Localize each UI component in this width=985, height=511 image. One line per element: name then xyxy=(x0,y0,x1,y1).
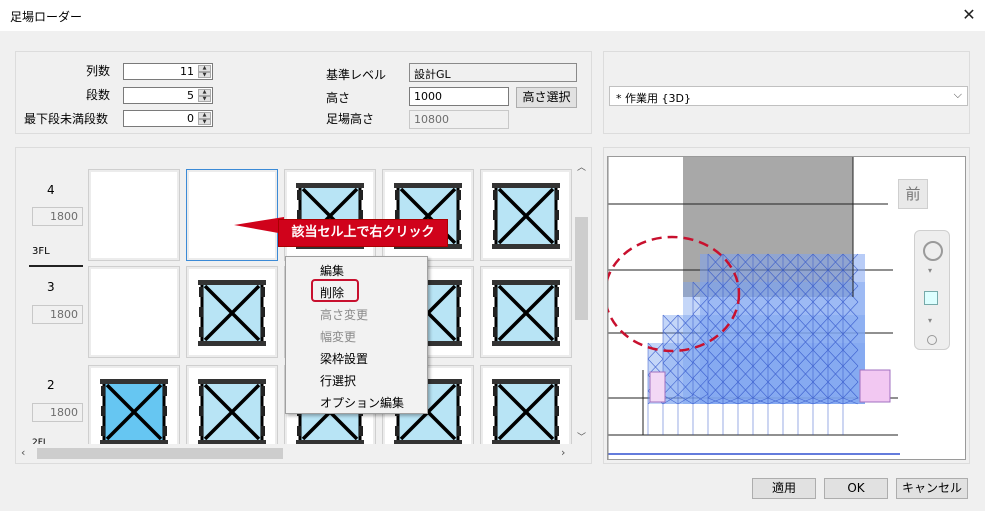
stages-value: 5 xyxy=(187,89,194,102)
delete-highlight xyxy=(311,279,359,302)
bottom-stages-spinner[interactable]: 0 ▲ ▼ xyxy=(123,110,213,127)
navigation-bar: ▾ ▾ xyxy=(914,230,950,350)
grid-cell[interactable] xyxy=(88,169,180,261)
zoom-icon[interactable] xyxy=(924,291,938,305)
view-combo[interactable]: * 作業用 {3D} ⌵ xyxy=(609,86,968,106)
menu-item-change-width[interactable]: 幅変更 xyxy=(320,328,356,345)
spin-arrows[interactable]: ▲ ▼ xyxy=(198,89,211,102)
grid-cell[interactable] xyxy=(480,169,572,261)
grid-cell[interactable] xyxy=(284,169,376,261)
grid-cell[interactable] xyxy=(480,266,572,358)
callout-label: 該当セル上で右クリック xyxy=(278,219,448,247)
floor-line xyxy=(29,265,83,267)
cancel-button[interactable]: キャンセル xyxy=(896,478,968,499)
stages-spinner[interactable]: 5 ▲ ▼ xyxy=(123,87,213,104)
scroll-thumb[interactable] xyxy=(575,217,588,320)
bottom-stages-value: 0 xyxy=(187,112,194,125)
chevron-down-icon[interactable]: ▾ xyxy=(928,316,932,325)
grid-cell[interactable] xyxy=(88,266,180,358)
apply-button[interactable]: 適用 xyxy=(752,478,816,499)
height-label: 高さ xyxy=(326,91,351,105)
scroll-right-icon[interactable]: › xyxy=(561,446,565,459)
row-number: 4 xyxy=(47,183,55,197)
spin-down-icon[interactable]: ▼ xyxy=(198,95,211,102)
stages-label: 段数 xyxy=(86,88,111,102)
grid-cell[interactable] xyxy=(88,365,180,444)
scroll-left-icon[interactable]: ‹ xyxy=(21,446,25,459)
window-title: 足場ローダー xyxy=(10,10,83,24)
menu-item-edit[interactable]: 編集 xyxy=(320,262,344,279)
spin-arrows[interactable]: ▲ ▼ xyxy=(198,112,211,125)
chevron-down-icon[interactable]: ▾ xyxy=(928,266,932,275)
preview-canvas[interactable]: 前 ▾ ▾ xyxy=(607,156,966,460)
menu-item-select-row[interactable]: 行選択 xyxy=(320,372,356,389)
scroll-up-icon[interactable]: ︿ xyxy=(577,160,586,173)
view-combo-value: * 作業用 {3D} xyxy=(616,92,691,105)
menu-item-beam-frame[interactable]: 梁枠設置 xyxy=(320,350,368,367)
bottom-stages-label: 最下段未満段数 xyxy=(24,112,109,126)
close-icon[interactable]: ✕ xyxy=(956,3,982,27)
chevron-down-icon: ⌵ xyxy=(953,88,962,101)
spin-arrows[interactable]: ▲ ▼ xyxy=(198,65,211,78)
columns-spinner[interactable]: 11 ▲ ▼ xyxy=(123,63,213,80)
row-number: 3 xyxy=(47,280,55,294)
ok-button[interactable]: OK xyxy=(824,478,888,499)
scaffold-height-label: 足場高さ xyxy=(326,112,375,126)
steering-wheel-icon[interactable] xyxy=(923,241,943,261)
front-view-button[interactable]: 前 xyxy=(898,179,928,209)
vertical-scrollbar[interactable]: ︿ ﹀ xyxy=(573,157,590,444)
spin-down-icon[interactable]: ▼ xyxy=(198,71,211,78)
title-bar xyxy=(0,0,985,31)
grid-cell[interactable] xyxy=(480,365,572,444)
height-select-button[interactable]: 高さ選択 xyxy=(516,87,577,108)
row-height-field: 1800 xyxy=(32,403,83,422)
columns-label: 列数 xyxy=(86,64,111,78)
grid-cell[interactable] xyxy=(186,266,278,358)
base-level-label: 基準レベル xyxy=(326,68,387,82)
columns-value: 11 xyxy=(180,65,194,78)
menu-item-change-height[interactable]: 高さ変更 xyxy=(320,306,368,323)
row-height-field: 1800 xyxy=(32,305,83,324)
scaffold-height-field: 10800 xyxy=(409,110,509,129)
floor-label: 3FL xyxy=(32,246,50,257)
menu-item-option-edit[interactable]: オプション編集 xyxy=(320,394,404,411)
scroll-thumb[interactable] xyxy=(37,448,283,459)
spin-down-icon[interactable]: ▼ xyxy=(198,118,211,125)
grid-cell[interactable] xyxy=(382,169,474,261)
base-level-field: 設計GL xyxy=(409,63,577,82)
minimize-icon[interactable] xyxy=(927,335,937,345)
row-height-field: 1800 xyxy=(32,207,83,226)
floor-label: 2FL xyxy=(32,438,48,444)
height-input[interactable]: 1000 xyxy=(409,87,509,106)
row-number: 2 xyxy=(47,378,55,392)
callout-pointer xyxy=(234,217,284,234)
horizontal-scrollbar[interactable]: ‹ › xyxy=(17,445,573,462)
grid-cell[interactable] xyxy=(186,365,278,444)
scroll-down-icon[interactable]: ﹀ xyxy=(577,430,586,443)
